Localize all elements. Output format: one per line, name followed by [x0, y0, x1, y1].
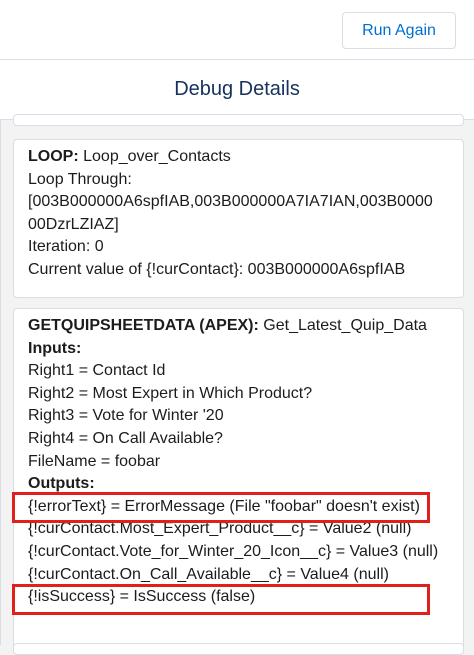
- loop-through-ids-line1: [003B000000A6spfIAB,003B000000A7IA7IAN,0…: [28, 193, 433, 211]
- iteration: Iteration: 0: [28, 238, 104, 256]
- quip-step-card: GETQUIPSHEETDATA (APEX): Get_Latest_Quip…: [12, 308, 464, 653]
- quip-heading: GETQUIPSHEETDATA (APEX): Get_Latest_Quip…: [28, 315, 449, 338]
- output-row: {!curContact.Vote_for_Winter_20_Icon__c}…: [28, 542, 439, 560]
- input-row: Right2 = Most Expert in Which Product?: [28, 384, 313, 402]
- output-row-error-text: {!errorText} = ErrorMessage (File "fooba…: [28, 497, 420, 515]
- input-row: Right1 = Contact Id: [28, 362, 166, 380]
- input-row: Right3 = Vote for Winter '20: [28, 407, 224, 425]
- output-row: {!curContact.On_Call_Available__c} = Val…: [28, 565, 389, 583]
- loop-heading-label: LOOP:: [28, 148, 79, 165]
- outputs-label: Outputs:: [28, 473, 449, 496]
- loop-heading: LOOP: Loop_over_Contacts: [28, 146, 449, 169]
- inputs-label-text: Inputs:: [28, 339, 82, 357]
- top-toolbar: Run Again: [0, 0, 474, 60]
- inputs-label: Inputs:: [28, 338, 449, 361]
- output-row-is-success: {!isSuccess} = IsSuccess (false): [28, 588, 256, 606]
- debug-details-panel[interactable]: LOOP: Loop_over_Contacts Loop Through: […: [0, 114, 474, 655]
- input-row: Right4 = On Call Available?: [28, 429, 223, 447]
- current-value: Current value of {!curContact}: 003B0000…: [28, 260, 406, 278]
- run-again-button[interactable]: Run Again: [342, 12, 456, 49]
- previous-step-card: [13, 114, 464, 126]
- loop-through-ids-line2: 00DzrLZIAZ]: [28, 215, 119, 233]
- loop-step-card: LOOP: Loop_over_Contacts Loop Through: […: [13, 139, 464, 298]
- output-row: {!curContact.Most_Expert_Product__c} = V…: [28, 520, 412, 538]
- outputs-label-text: Outputs:: [28, 475, 95, 493]
- quip-heading-value: Get_Latest_Quip_Data: [258, 317, 427, 334]
- input-row: FileName = foobar: [28, 452, 161, 470]
- loop-through-label: Loop Through:: [28, 170, 132, 188]
- loop-heading-value: Loop_over_Contacts: [78, 148, 231, 165]
- page-title: Debug Details: [0, 60, 474, 120]
- quip-heading-label: GETQUIPSHEETDATA (APEX):: [28, 317, 259, 334]
